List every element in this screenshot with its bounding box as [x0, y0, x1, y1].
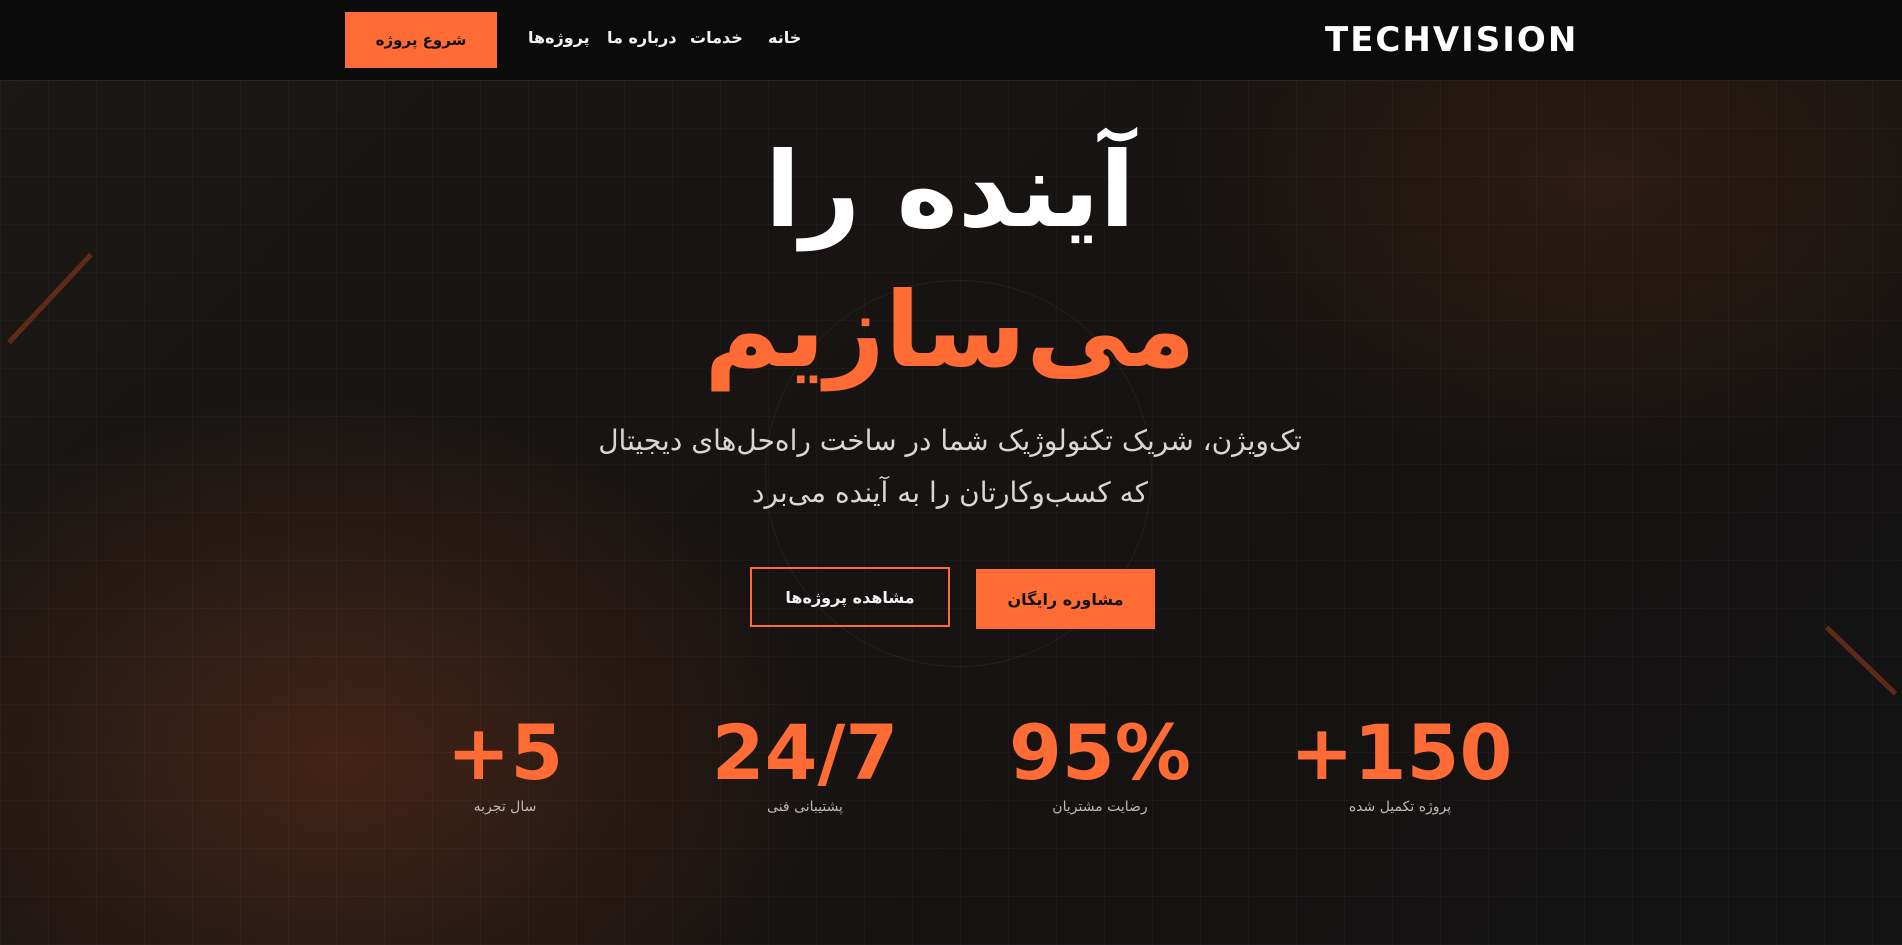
start-project-button[interactable]: شروع پروژه [345, 12, 497, 68]
hero-title-line-1: آینده را [764, 129, 1136, 251]
nav-link-about[interactable]: درباره ما [607, 26, 677, 50]
stat-value: +5 [446, 708, 564, 797]
hero-subtitle-line-1: تک‌ویژن، شریک تکنولوژیک شما در ساخت راه‌… [598, 424, 1302, 457]
nav-link-home[interactable]: خانه [768, 26, 801, 50]
stat-value: 24/7 [711, 708, 899, 797]
stat-support: 24/7 پشتیبانی فنی [680, 708, 930, 818]
stat-label: پروژه تکمیل شده [1348, 799, 1452, 815]
stat-projects: +150 پروژه تکمیل شده [1290, 708, 1513, 818]
hero-title-line-2: می‌سازیم [704, 269, 1196, 391]
nav-link-services[interactable]: خدمات [690, 26, 743, 50]
hero-subtitle-line-2: که کسب‌وکارتان را به آینده می‌برد [752, 476, 1148, 509]
stat-label: رضایت مشتریان [1052, 799, 1148, 815]
stat-value: 95% [1009, 708, 1191, 797]
brand-logo[interactable]: TECHVISION [1325, 18, 1578, 62]
stat-value: +150 [1290, 708, 1513, 797]
stat-experience: +5 سال تجربه [420, 708, 590, 818]
stat-label: پشتیبانی فنی [767, 799, 843, 815]
top-navbar: TECHVISION خانه خدمات درباره ما پروژه‌ها… [0, 0, 1902, 81]
free-consultation-button[interactable]: مشاوره رایگان [976, 569, 1155, 629]
hero-subtitle: تک‌ویژن، شریک تکنولوژیک شما در ساخت راه‌… [540, 415, 1360, 519]
stat-satisfaction: 95% رضایت مشتریان [990, 708, 1210, 818]
nav-link-projects[interactable]: پروژه‌ها [528, 26, 590, 50]
view-projects-button[interactable]: مشاهده پروژه‌ها [750, 567, 950, 627]
stat-label: سال تجربه [473, 799, 537, 815]
landing-page: TECHVISION خانه خدمات درباره ما پروژه‌ها… [0, 0, 1902, 945]
